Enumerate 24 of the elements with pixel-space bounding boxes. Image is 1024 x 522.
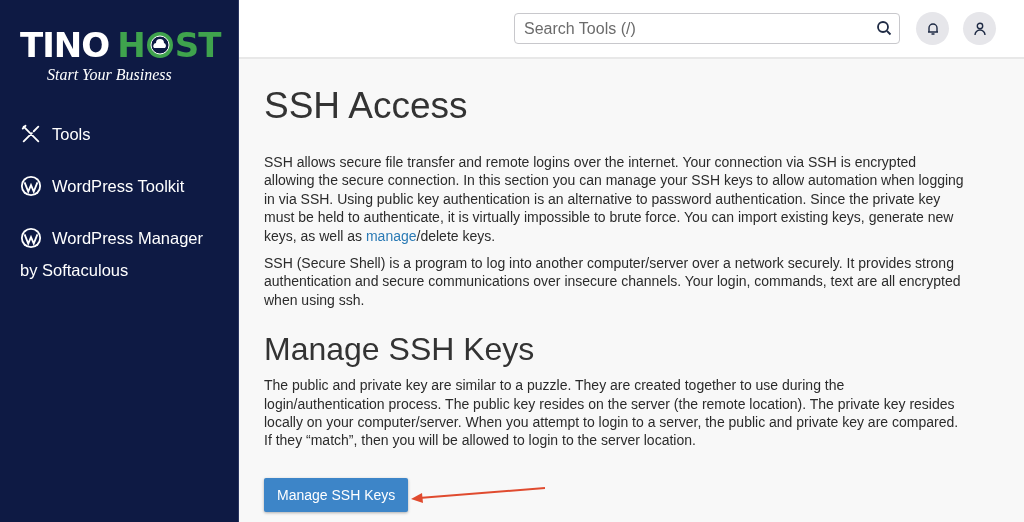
sidebar-item[interactable]: WordPress Manager by Softaculous — [20, 222, 220, 286]
page-title: SSH Access — [264, 85, 469, 127]
bell-icon — [925, 21, 940, 36]
wordpress-icon — [20, 175, 42, 198]
search-field[interactable]: Search Tools (/) — [514, 13, 900, 44]
tagline: Start Your Business — [47, 66, 172, 84]
user-icon — [972, 21, 987, 36]
paragraph: The public and private key are similar to a puzzle. They are created together to use during the login/authentication process. The public key resides on the server (the remote location). The private key resides locally on your computer/server. When you attempt to login to a server, the public and private key are compared. If they “match”, then you will be allowed to login to the server location. — [264, 376, 960, 450]
section-title: Manage SSH Keys — [264, 331, 536, 369]
paragraph: SSH (Secure Shell) is a program to log into another computer/server over a network securely. It provides strong authentication and secure communications over insecure channels. Your login, commands, text are all encrypted when using ssh. — [264, 254, 962, 310]
search-icon — [876, 20, 892, 36]
arrow-icon — [411, 485, 546, 504]
wordpress-icon — [20, 227, 42, 250]
logo-text: H — [117, 26, 145, 64]
logo-text: TINO — [20, 26, 110, 64]
user-button[interactable] — [963, 12, 996, 45]
sidebar-item[interactable]: Tools — [20, 118, 220, 150]
manage-ssh-keys-button[interactable]: Manage SSH Keys — [264, 477, 409, 512]
intro-paragraph: SSH allows secure file transfer and remote logins over the internet. Your connection via SSH is encrypted allowing the secure connection. In this section you can manage your SSH keys to allow automation when logging in via SSH. Using public key authentication is an alternative to password authentication. Since the private key must be held to authenticate, it is virtually impossible to brute force. You can import existing keys, generate new keys, as well as manage/delete keys. — [264, 153, 964, 246]
manage-link[interactable]: manage — [365, 227, 417, 244]
sidebar-item[interactable]: WordPress Toolkit — [20, 170, 220, 202]
cloud-logo-icon — [145, 31, 174, 59]
notifications-button[interactable] — [916, 12, 949, 45]
logo-text: ST — [174, 26, 221, 64]
